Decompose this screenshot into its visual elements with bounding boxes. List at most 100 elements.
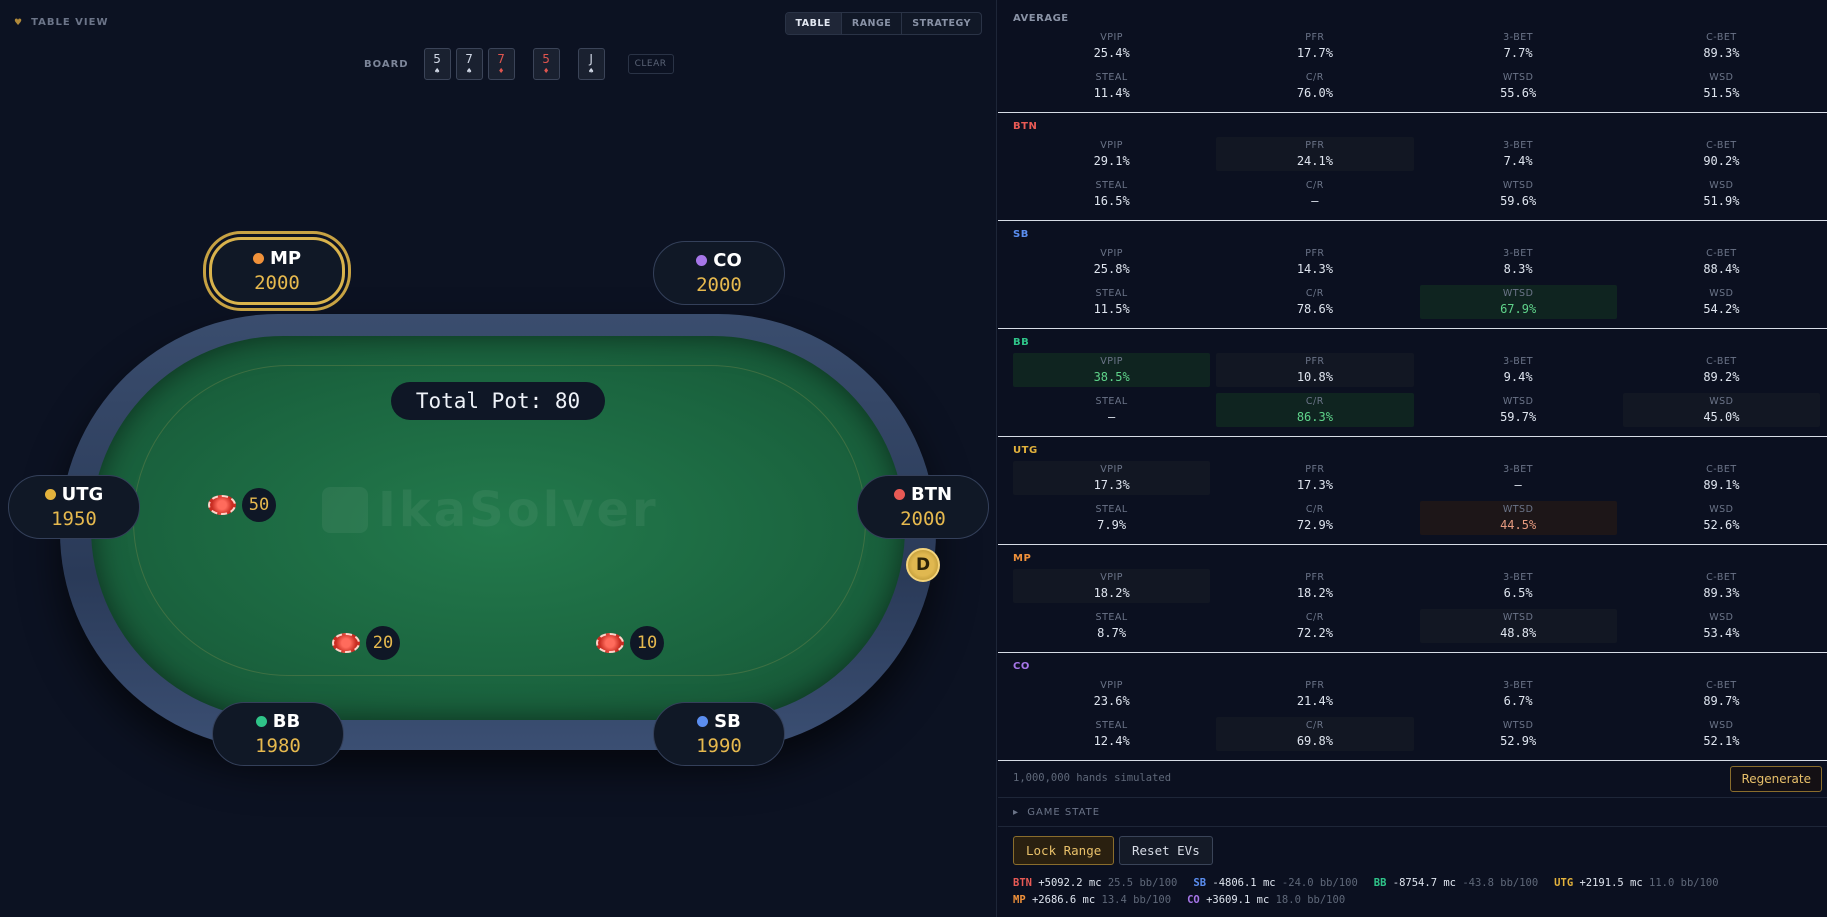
table-view-label: ♥ TABLE VIEW bbox=[14, 17, 109, 28]
stat-value: — bbox=[1311, 194, 1319, 208]
stat-label: PFR bbox=[1305, 572, 1325, 583]
stat-value: 7.4% bbox=[1503, 154, 1533, 168]
stats-title-btn: BTN bbox=[1013, 121, 1038, 132]
stats-grid-sb: VPIP 25.8% PFR 14.3% 3-BET 8.3% C-BET 88.4% STEA… bbox=[1013, 245, 1820, 319]
stat-label: STEAL bbox=[1095, 288, 1128, 299]
stat-label: STEAL bbox=[1095, 612, 1128, 623]
stat-cell: WTSD 52.9% bbox=[1420, 717, 1617, 751]
stat-value: 59.7% bbox=[1500, 410, 1537, 424]
stat-label: C-BET bbox=[1706, 680, 1737, 691]
stat-label: C/R bbox=[1305, 612, 1324, 623]
stat-label: C/R bbox=[1305, 720, 1324, 731]
ev-bb100: -43.8 bb/100 bbox=[1462, 877, 1539, 889]
stat-label: WTSD bbox=[1502, 288, 1534, 299]
position-dot bbox=[255, 716, 267, 727]
board-card[interactable]: 7 ♦ bbox=[487, 48, 515, 80]
ev-item: BTN +5092.2 mc 25.5 bb/100 bbox=[1013, 877, 1177, 889]
seat-btn[interactable]: BTN 2000 bbox=[857, 475, 989, 539]
ev-item: UTG +2191.5 mc 11.0 bb/100 bbox=[1554, 877, 1718, 889]
chip-icon bbox=[596, 633, 624, 653]
stat-label: STEAL bbox=[1095, 180, 1128, 191]
ev-value: +2686.6 mc bbox=[1031, 894, 1096, 906]
stat-value: 89.1% bbox=[1703, 478, 1740, 492]
stat-label: PFR bbox=[1305, 680, 1325, 691]
stat-label: C/R bbox=[1305, 396, 1324, 407]
stat-cell: C/R 72.2% bbox=[1216, 609, 1413, 643]
regenerate-button[interactable]: Regenerate bbox=[1730, 766, 1822, 792]
stat-label: PFR bbox=[1305, 140, 1325, 151]
stat-cell: PFR 24.1% bbox=[1216, 137, 1414, 171]
clear-board-button[interactable]: CLEAR bbox=[627, 54, 674, 74]
section-divider bbox=[998, 220, 1827, 221]
stat-cell: PFR 18.2% bbox=[1216, 569, 1413, 603]
ev-item: CO +3609.1 mc 18.0 bb/100 bbox=[1187, 894, 1345, 906]
stat-cell: PFR 17.7% bbox=[1216, 29, 1413, 63]
stats-title-bb: BB bbox=[1013, 337, 1030, 348]
stat-cell: C/R 69.8% bbox=[1216, 717, 1414, 751]
stat-label: STEAL bbox=[1095, 396, 1128, 407]
stat-label: WSD bbox=[1709, 396, 1734, 407]
stat-cell: STEAL 16.5% bbox=[1013, 177, 1210, 211]
tab-strategy[interactable]: STRATEGY bbox=[902, 13, 981, 34]
seat-utg[interactable]: UTG 1950 bbox=[8, 475, 140, 539]
stat-value: 72.9% bbox=[1296, 518, 1333, 532]
dealer-button: D bbox=[906, 548, 940, 582]
stat-cell: WSD 51.9% bbox=[1623, 177, 1820, 211]
lock-range-button[interactable]: Lock Range bbox=[1013, 836, 1115, 865]
game-state-toggle[interactable]: ▸ GAME STATE bbox=[1013, 807, 1100, 818]
seat-mp[interactable]: MP 2000 bbox=[209, 237, 345, 305]
stats-grid-average: VPIP 25.4% PFR 17.7% 3-BET 7.7% C-BET 89.3% STEA… bbox=[1013, 29, 1820, 103]
stat-label: 3-BET bbox=[1503, 248, 1534, 259]
seat-bb[interactable]: BB 1980 bbox=[212, 702, 344, 766]
stats-grid-co: VPIP 23.6% PFR 21.4% 3-BET 6.7% C-BET 89.7% STEA… bbox=[1013, 677, 1820, 751]
logo-icon bbox=[322, 487, 368, 533]
position-dot bbox=[697, 716, 709, 727]
stat-cell: STEAL 12.4% bbox=[1013, 717, 1210, 751]
stat-cell: C-BET 89.7% bbox=[1623, 677, 1820, 711]
ev-position: BB bbox=[1373, 877, 1387, 889]
stat-cell: VPIP 25.4% bbox=[1013, 29, 1210, 63]
stat-value: 25.4% bbox=[1093, 46, 1130, 60]
stat-value: 38.5% bbox=[1093, 370, 1130, 384]
stat-value: 17.3% bbox=[1296, 478, 1333, 492]
ev-value: +2191.5 mc bbox=[1579, 877, 1643, 889]
stat-cell: C-BET 90.2% bbox=[1623, 137, 1820, 171]
stats-title-average: AVERAGE bbox=[1013, 13, 1069, 24]
stat-cell: STEAL 7.9% bbox=[1013, 501, 1210, 535]
stat-label: 3-BET bbox=[1503, 32, 1534, 43]
stat-cell: WSD 53.4% bbox=[1623, 609, 1820, 643]
stats-title-utg: UTG bbox=[1013, 445, 1038, 456]
ev-bb100: 13.4 bb/100 bbox=[1101, 894, 1172, 906]
board-card[interactable]: 5 ♦ bbox=[532, 48, 560, 80]
stat-value: 67.9% bbox=[1500, 302, 1537, 316]
ev-item: SB -4806.1 mc -24.0 bb/100 bbox=[1193, 877, 1357, 889]
seat-sb[interactable]: SB 1990 bbox=[653, 702, 785, 766]
board-label: BOARD bbox=[364, 58, 409, 70]
stat-cell: STEAL 11.4% bbox=[1013, 69, 1210, 103]
stat-value: 51.9% bbox=[1703, 194, 1740, 208]
stat-value: 17.3% bbox=[1093, 478, 1130, 492]
seat-co[interactable]: CO 2000 bbox=[653, 241, 785, 305]
stat-value: 89.2% bbox=[1703, 370, 1740, 384]
stats-grid-utg: VPIP 17.3% PFR 17.3% 3-BET — C-BET 89.1% STEAL 7.… bbox=[1013, 461, 1820, 535]
tab-table[interactable]: TABLE bbox=[785, 13, 842, 34]
stat-cell: 3-BET 7.7% bbox=[1420, 29, 1617, 63]
stat-cell: WTSD 55.6% bbox=[1420, 69, 1617, 103]
stat-label: 3-BET bbox=[1503, 464, 1534, 475]
board-card[interactable]: 7 ♠ bbox=[455, 48, 483, 80]
ev-value: -4806.1 mc bbox=[1212, 877, 1276, 889]
ev-position: SB bbox=[1193, 877, 1207, 889]
reset-evs-button[interactable]: Reset EVs bbox=[1119, 836, 1213, 865]
tab-range[interactable]: RANGE bbox=[842, 13, 903, 34]
stat-value: 78.6% bbox=[1296, 302, 1333, 316]
board-card[interactable]: 5 ♠ bbox=[423, 48, 451, 80]
stat-label: WSD bbox=[1709, 288, 1734, 299]
stat-label: C-BET bbox=[1706, 464, 1737, 475]
hands-simulated: 1,000,000 hands simulated bbox=[1013, 772, 1172, 784]
stat-value: — bbox=[1108, 410, 1116, 424]
board-card[interactable]: J ♠ bbox=[577, 48, 605, 80]
stat-label: C-BET bbox=[1706, 140, 1737, 151]
view-tabs: TABLE RANGE STRATEGY bbox=[784, 12, 982, 35]
section-divider bbox=[998, 112, 1827, 113]
stat-label: WTSD bbox=[1502, 72, 1534, 83]
